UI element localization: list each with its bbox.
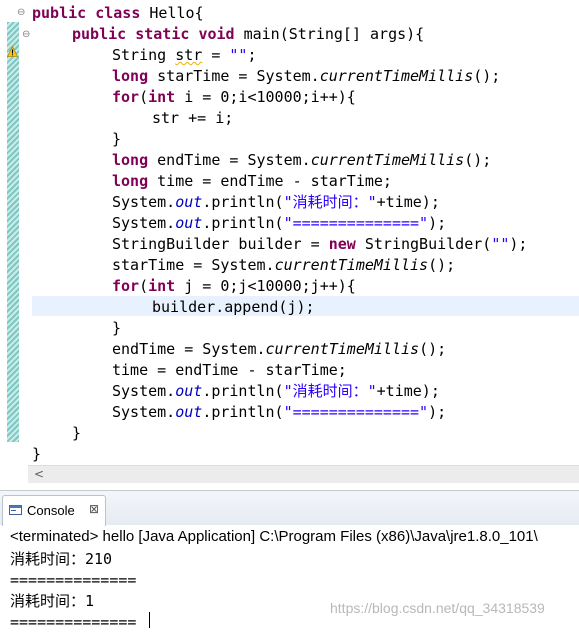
code-line[interactable]: System.out.println("=============="); — [112, 213, 446, 234]
horizontal-scrollbar[interactable]: < — [28, 465, 579, 483]
code-line[interactable]: long starTime = System.currentTimeMillis… — [112, 66, 500, 87]
console-output-line: ============== — [10, 613, 137, 631]
code-line[interactable]: } — [112, 318, 121, 339]
code-line[interactable]: builder.append(j); — [152, 297, 315, 318]
code-line[interactable]: for(int j = 0;j<10000;j++){ — [112, 276, 356, 297]
code-line[interactable]: long endTime = System.currentTimeMillis(… — [112, 150, 491, 171]
code-line[interactable]: long time = endTime - starTime; — [112, 171, 392, 192]
code-line[interactable]: System.out.println("=============="); — [112, 402, 446, 423]
code-editor[interactable]: ⊖ ⊖ public class Hello{ public static vo… — [0, 0, 579, 465]
console-icon — [9, 505, 22, 515]
code-line[interactable]: } — [32, 444, 41, 465]
console-output-line: 消耗时间：1 — [10, 592, 95, 610]
warning-icon — [7, 46, 18, 57]
code-line[interactable]: String str = ""; — [112, 45, 257, 66]
scroll-left-icon[interactable]: < — [34, 466, 44, 483]
watermark: https://blog.csdn.net/qq_34318539 — [330, 600, 545, 616]
fold-collapse-icon[interactable]: ⊖ — [22, 29, 30, 40]
close-icon[interactable]: ⊠ — [89, 502, 99, 516]
console-tab-label: Console — [27, 503, 75, 518]
console-output-line: 消耗时间：210 — [10, 550, 113, 568]
text-cursor — [149, 612, 150, 628]
console-output-line: ============== — [10, 571, 137, 589]
code-line[interactable]: } — [112, 129, 121, 150]
code-line[interactable]: starTime = System.currentTimeMillis(); — [112, 255, 455, 276]
code-line[interactable]: endTime = System.currentTimeMillis(); — [112, 339, 446, 360]
code-line[interactable]: public static void main(String[] args){ — [72, 24, 424, 45]
code-line[interactable]: time = endTime - starTime; — [112, 360, 347, 381]
fold-collapse-icon[interactable]: ⊖ — [17, 7, 25, 18]
code-line[interactable]: str += i; — [152, 108, 233, 129]
code-line[interactable]: System.out.println("消耗时间："+time); — [112, 381, 440, 402]
code-line[interactable]: System.out.println("消耗时间："+time); — [112, 192, 440, 213]
code-line[interactable]: StringBuilder builder = new StringBuilde… — [112, 234, 527, 255]
change-ruler — [7, 22, 19, 442]
console-tab-bar: Console ⊠ — [0, 491, 579, 526]
tab-console[interactable]: Console ⊠ — [2, 495, 106, 526]
code-line[interactable]: for(int i = 0;i<10000;i++){ — [112, 87, 356, 108]
code-line[interactable]: public class Hello{ — [32, 3, 204, 24]
process-status: <terminated> hello [Java Application] C:… — [10, 528, 538, 545]
code-line[interactable]: } — [72, 423, 81, 444]
